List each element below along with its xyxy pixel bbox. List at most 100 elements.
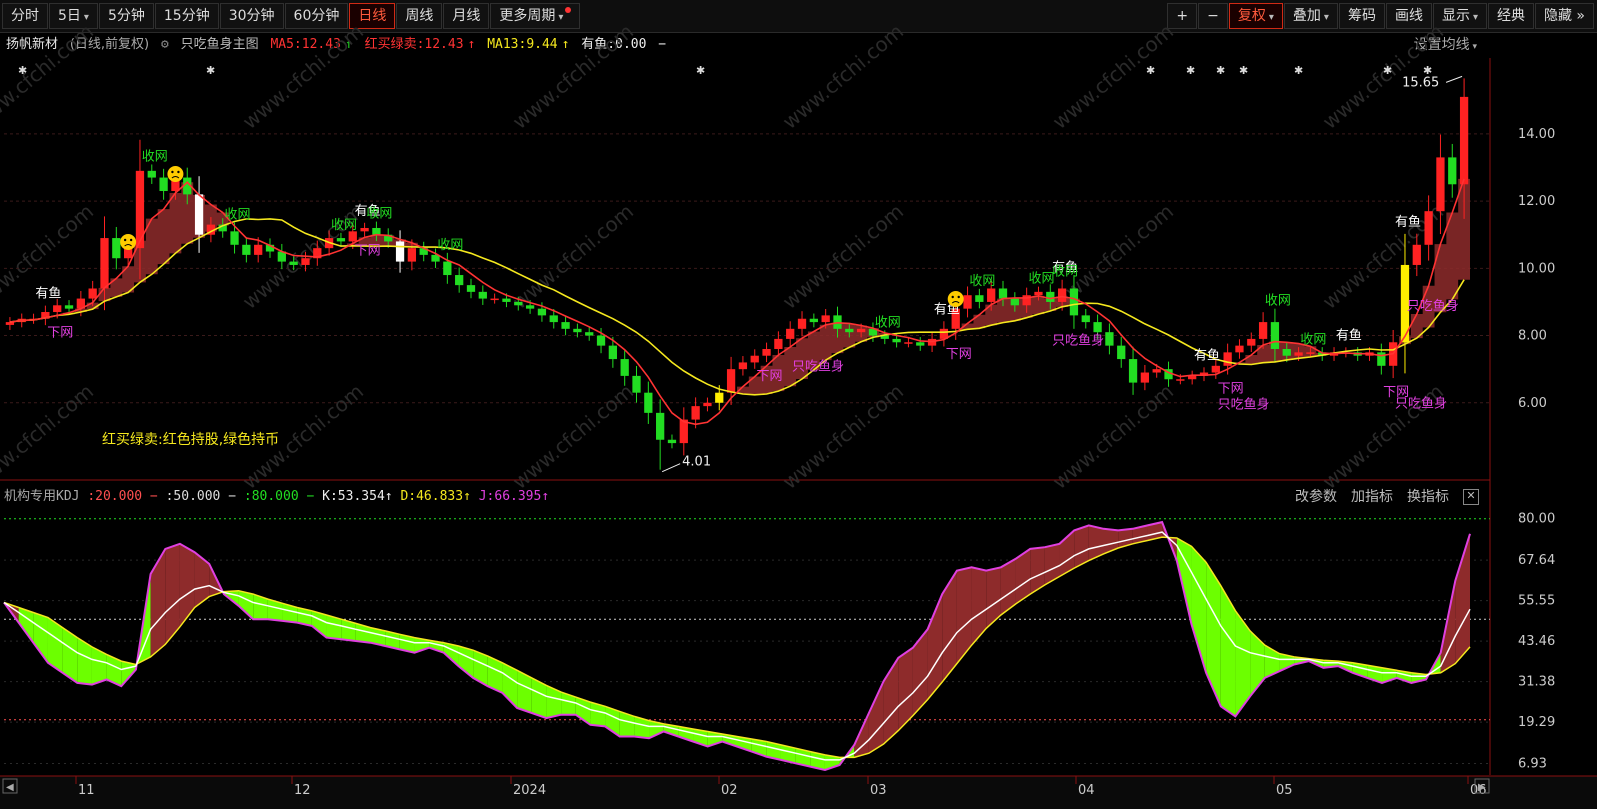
candle-body <box>1164 369 1173 380</box>
signal-label: 只吃鱼身 <box>1052 333 1104 349</box>
gear-icon[interactable]: ⚙ <box>161 37 169 52</box>
chart-canvas[interactable]: www.cfchi.com www.cfchi.com www.cfchi.com w… <box>0 0 1597 809</box>
candle-body <box>1365 352 1374 356</box>
kdj-band <box>1250 630 1265 697</box>
kdj-band <box>370 627 386 647</box>
date-label: 12 <box>294 783 311 798</box>
candle-body <box>17 318 26 323</box>
watermark: www.cfchi.com <box>1048 199 1178 314</box>
candle <box>1034 286 1043 301</box>
candle <box>1176 374 1185 385</box>
period-tab-8[interactable]: 月线 <box>443 3 490 29</box>
kdj-band <box>1220 585 1236 717</box>
kdj-band <box>326 615 342 640</box>
add-indicator-button[interactable]: 加指标 <box>1351 486 1393 508</box>
kdj-band <box>619 711 635 737</box>
period-tab-6[interactable]: 日线 <box>349 3 396 29</box>
kdj-band <box>4 602 19 623</box>
kdj-band <box>223 590 239 606</box>
candle-body <box>667 439 677 444</box>
candle <box>537 302 547 322</box>
main-indicator-name[interactable]: 只吃鱼身主图 <box>181 37 259 52</box>
kdj-band <box>1147 522 1163 541</box>
kdj-name[interactable]: 机构专用KDJ <box>4 489 79 504</box>
event-marker-icon: ✱ <box>1146 64 1155 77</box>
kdj-band <box>311 610 327 638</box>
candle-body <box>726 369 736 393</box>
candle <box>194 176 204 253</box>
candle <box>1211 359 1220 379</box>
toolbar-button-3[interactable]: 叠加 ▾ <box>1283 3 1338 29</box>
kdj-band <box>883 657 899 745</box>
kdj-band <box>1030 547 1045 595</box>
kdj-band <box>737 736 752 752</box>
kdj-band <box>414 637 430 653</box>
candle-body <box>360 227 369 232</box>
kdj-d-line <box>3 536 1471 759</box>
candle <box>1282 342 1291 363</box>
dash-icon: − <box>298 489 323 504</box>
candle-body <box>1057 288 1067 302</box>
candle <box>797 311 807 337</box>
switch-indicator-button[interactable]: 换指标 <box>1407 486 1449 508</box>
toolbar-button-0[interactable]: + <box>1167 3 1198 29</box>
toolbar-button-5[interactable]: 画线 <box>1385 3 1432 29</box>
toolbar-button-1[interactable]: − <box>1198 3 1228 29</box>
period-tab-5[interactable]: 60分钟 <box>284 3 349 29</box>
kdj-band <box>1044 543 1060 585</box>
edit-params-button[interactable]: 改参数 <box>1295 486 1337 508</box>
candle <box>372 221 381 242</box>
candle <box>1140 364 1150 391</box>
kdj-tick-label: 67.64 <box>1518 553 1555 568</box>
kdj-band <box>1440 580 1456 673</box>
date-axis-bg <box>0 776 1597 809</box>
toolbar-button-6[interactable]: 显示 ▾ <box>1432 3 1487 29</box>
kdj-band <box>517 670 532 714</box>
candle <box>904 337 913 348</box>
kdj-band <box>942 570 957 683</box>
close-icon[interactable]: ✕ <box>1463 489 1479 505</box>
stock-name[interactable]: 扬帆新材 <box>6 37 58 52</box>
period-tab-2[interactable]: 5分钟 <box>98 3 154 29</box>
candle <box>419 241 428 262</box>
set-ma-button[interactable]: 设置均线 ▾ <box>1414 33 1477 59</box>
kdj-band <box>810 751 825 770</box>
candle-body <box>904 342 913 344</box>
kdj-chart <box>3 518 1490 772</box>
candle-body <box>644 392 653 413</box>
candle <box>585 326 594 341</box>
candle-body <box>1400 264 1410 343</box>
kdj-band <box>663 723 679 737</box>
period-tab-label: 30分钟 <box>228 8 275 24</box>
kdj-band <box>399 634 415 653</box>
period-tab-1[interactable]: 5日 ▾ <box>49 3 98 29</box>
candle-body <box>265 244 275 252</box>
candle-body <box>218 224 227 232</box>
candle-body <box>868 328 878 336</box>
toolbar-button-7[interactable]: 经典 <box>1487 3 1534 29</box>
yuyu-value: 有鱼:0.00 <box>581 37 647 52</box>
dash-icon: − <box>142 489 166 504</box>
toolbar-button-2[interactable]: 复权 ▾ <box>1228 3 1283 29</box>
period-tab-4[interactable]: 30分钟 <box>219 3 284 29</box>
toolbar-button-label: 复权 <box>1237 8 1266 24</box>
kdj-band <box>487 656 503 693</box>
toolbar-button-label: + <box>1176 8 1189 24</box>
candle-body <box>786 328 795 339</box>
period-tab-9[interactable]: 更多周期 ▾ <box>490 3 581 29</box>
period-tab-7[interactable]: 周线 <box>396 3 443 29</box>
signal-label: 有鱼 <box>355 203 381 219</box>
candle <box>880 330 889 345</box>
low-price-label: 4.01 <box>682 455 711 470</box>
period-tab-3[interactable]: 15分钟 <box>154 3 219 29</box>
up-arrow-icon: ↑ <box>561 37 570 52</box>
toolbar-button-4[interactable]: 筹码 <box>1338 3 1385 29</box>
candle <box>1270 308 1280 363</box>
kdj-band <box>678 726 694 742</box>
candle <box>1377 343 1386 375</box>
candle-body <box>987 288 996 302</box>
kdj-band <box>473 650 488 687</box>
toolbar-button-8[interactable]: 隐藏 » <box>1534 3 1594 29</box>
candle-body <box>1128 359 1138 383</box>
period-tab-0[interactable]: 分时 <box>2 3 48 29</box>
